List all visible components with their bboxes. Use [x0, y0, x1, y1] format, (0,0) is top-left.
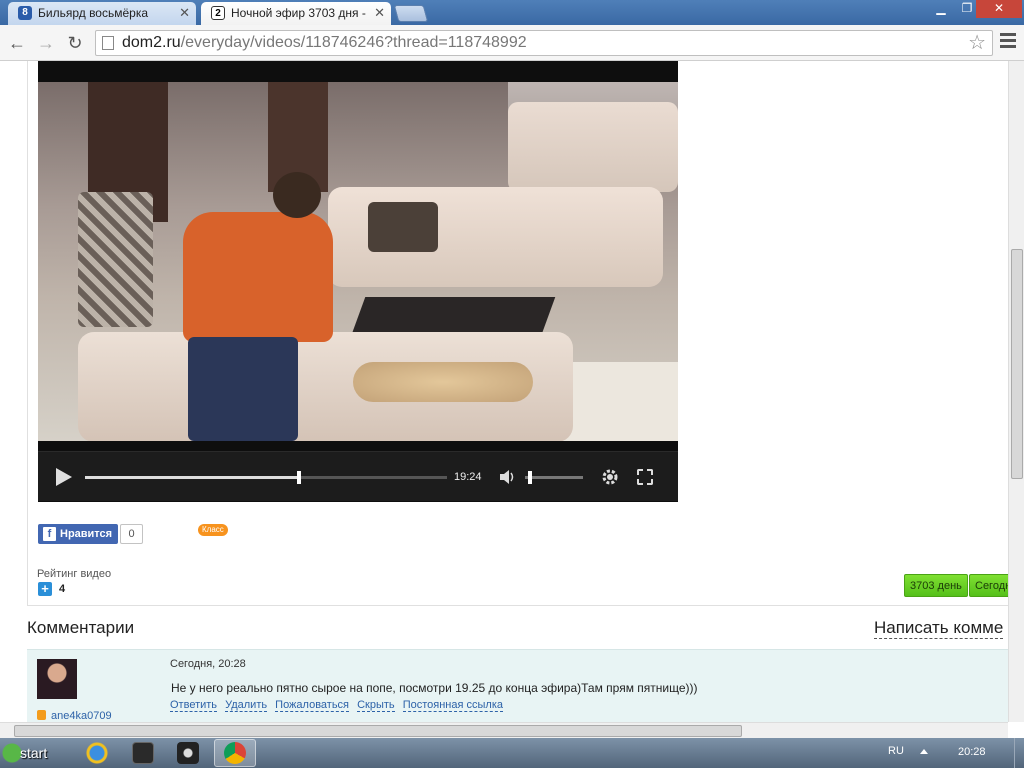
scene-rug — [558, 362, 678, 442]
comment-text: Не у него реально пятно сырое на попе, п… — [171, 681, 698, 695]
horizontal-scrollbar[interactable] — [0, 722, 1008, 738]
volume-slider[interactable] — [525, 471, 583, 484]
comment-date: Сегодня, 20:28 — [170, 658, 246, 670]
url-path: /everyday/videos/118746246?thread=118748… — [180, 34, 527, 51]
rating-plus-button[interactable]: + — [38, 582, 52, 596]
comments-heading: Комментарии — [27, 618, 135, 637]
tab-night-broadcast[interactable]: 2 Ночной эфир 3703 дня - ✕ — [201, 2, 391, 25]
chrome-taskbar-button[interactable] — [214, 739, 256, 767]
minimize-icon[interactable]: ▁ — [928, 0, 954, 18]
day-3703-button[interactable]: 3703 день — [904, 574, 968, 597]
reply-link[interactable]: Ответить — [170, 699, 218, 712]
page-viewport: 19:24 f Нравится 0 Класс Рейтинг видео +… — [0, 61, 1008, 722]
tab-close-icon[interactable]: ✕ — [374, 2, 385, 24]
delete-link[interactable]: Удалить — [225, 699, 268, 712]
tab-title: Бильярд восьмёрка — [38, 6, 149, 20]
scene-person-standing — [183, 172, 338, 441]
reload-icon[interactable]: ↻ — [64, 32, 86, 54]
current-time: 19:24 — [454, 471, 482, 483]
author-name[interactable]: ane4ka0709 — [51, 710, 112, 722]
scene-sofa — [508, 102, 678, 192]
browser-tab-bar: 8 Бильярд восьмёрка ✕ 2 Ночной эфир 3703… — [0, 0, 1024, 25]
chrome-icon — [224, 742, 246, 764]
bookmark-star-icon[interactable]: ☆ — [968, 31, 986, 55]
dom2-favicon-icon: 2 — [211, 6, 225, 20]
start-button[interactable]: start — [0, 738, 54, 768]
browser-toolbar: ← → ↻ dom2.ru/everyday/videos/118746246?… — [0, 25, 1024, 61]
clock[interactable]: 20:28 — [958, 746, 986, 758]
tab-billiards[interactable]: 8 Бильярд восьмёрка ✕ — [8, 2, 196, 25]
show-desktop-button[interactable] — [1014, 738, 1024, 768]
rating-value: 4 — [59, 583, 66, 595]
seek-bar[interactable] — [85, 471, 447, 484]
seek-progress — [85, 476, 299, 479]
windows-taskbar: start RU 20:28 — [0, 738, 1024, 768]
vertical-scroll-thumb[interactable] — [1011, 249, 1023, 479]
today-button[interactable]: Сегодн — [969, 574, 1008, 597]
url-host: dom2.ru — [122, 34, 181, 51]
permalink-link[interactable]: Постоянная ссылка — [402, 699, 503, 712]
tab-title: Ночной эфир 3703 дня - — [231, 6, 366, 20]
scene-person-lying — [353, 362, 533, 402]
player-controls: 19:24 — [38, 451, 678, 501]
scene-suitcase — [78, 192, 153, 327]
avatar[interactable] — [37, 659, 77, 699]
internet-explorer-icon[interactable] — [86, 742, 108, 764]
tray-expand-icon[interactable] — [920, 749, 928, 754]
like-count: 0 — [120, 524, 143, 544]
vertical-scrollbar[interactable] — [1008, 61, 1024, 722]
comment-item: Сегодня, 20:28 Не у него реально пятно с… — [27, 649, 1008, 722]
new-tab-button[interactable] — [393, 5, 429, 22]
rating-label: Рейтинг видео — [37, 568, 112, 580]
comment-actions: Ответить Удалить Пожаловаться Скрыть Пос… — [170, 699, 508, 712]
seek-handle[interactable] — [296, 471, 301, 484]
language-indicator[interactable]: RU — [888, 745, 904, 757]
address-bar[interactable]: dom2.ru/everyday/videos/118746246?thread… — [95, 30, 993, 56]
back-arrow-icon[interactable]: ← — [6, 32, 28, 54]
horizontal-scroll-thumb[interactable] — [14, 725, 742, 737]
comment-author[interactable]: ane4ka0709 — [37, 710, 112, 722]
report-link[interactable]: Пожаловаться — [275, 699, 350, 712]
video-letterbox-top — [38, 61, 678, 82]
media-player-icon[interactable] — [132, 742, 154, 764]
chrome-menu-icon[interactable] — [1000, 33, 1016, 49]
scene-table — [350, 297, 556, 337]
steam-icon[interactable] — [177, 742, 199, 764]
scene-pillow — [368, 202, 438, 252]
facebook-like-button[interactable]: f Нравится — [38, 524, 119, 544]
write-comment-link[interactable]: Написать комме — [874, 618, 1004, 639]
fullscreen-icon[interactable] — [637, 469, 653, 485]
settings-gear-icon[interactable] — [600, 467, 620, 487]
facebook-icon: f — [43, 527, 56, 541]
forward-arrow-icon[interactable]: → — [35, 32, 57, 54]
billiard-favicon-icon: 8 — [18, 6, 32, 20]
volume-handle[interactable] — [527, 471, 532, 484]
user-icon — [37, 710, 46, 720]
play-icon[interactable] — [56, 468, 72, 486]
odnoklassniki-button[interactable]: Класс — [198, 524, 228, 536]
tab-close-icon[interactable]: ✕ — [179, 2, 190, 24]
page-icon — [102, 36, 114, 50]
video-frame[interactable] — [38, 61, 678, 502]
close-window-icon[interactable]: ✕ — [976, 0, 1022, 18]
video-scene — [38, 82, 678, 442]
volume-icon[interactable] — [498, 468, 516, 486]
hide-link[interactable]: Скрыть — [357, 699, 395, 712]
like-label: Нравится — [60, 528, 113, 540]
